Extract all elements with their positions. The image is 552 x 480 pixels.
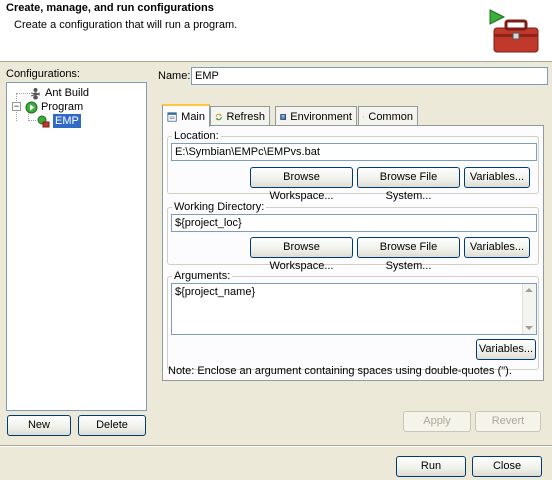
tab-label: Main	[181, 110, 205, 123]
common-icon	[363, 115, 365, 118]
working-directory-browse-workspace-button[interactable]: Browse Workspace...	[250, 237, 353, 272]
program-config-icon	[37, 115, 50, 127]
tab-label: Common	[368, 110, 413, 123]
tree-item-ant-build[interactable]: Ant Build	[29, 86, 89, 100]
tab-main[interactable]: Main	[162, 104, 210, 127]
ant-icon	[30, 87, 41, 99]
working-directory-variables-button[interactable]: Variables...	[464, 237, 530, 258]
configurations-label: Configurations:	[6, 68, 80, 80]
arguments-scrollbar[interactable]	[522, 284, 536, 334]
tree-item-label: Program	[41, 101, 84, 113]
location-variables-button[interactable]: Variables...	[464, 167, 530, 188]
tree-item-program[interactable]: Program	[25, 100, 83, 114]
toolbox-run-icon	[489, 9, 539, 53]
delete-button[interactable]: Delete	[78, 415, 146, 436]
environment-icon	[280, 113, 286, 120]
tree-item-label: Ant Build	[45, 87, 90, 99]
tab-refresh[interactable]: Refresh	[210, 106, 270, 126]
close-button[interactable]: Close	[472, 456, 542, 477]
working-directory-input[interactable]: ${project_loc}	[171, 214, 537, 232]
configurations-tree[interactable]: Ant Build − Program EMP	[6, 82, 147, 411]
arguments-variables-button[interactable]: Variables...	[476, 339, 536, 360]
apply-button[interactable]: Apply	[403, 411, 471, 432]
tree-item-label: EMP	[53, 114, 81, 128]
dialog-title: Create, manage, and run configurations	[6, 2, 214, 14]
tab-label: Refresh	[226, 110, 265, 123]
main-tab-icon	[167, 111, 177, 122]
tree-item-emp[interactable]: EMP	[37, 114, 81, 128]
tab-environment[interactable]: Environment	[275, 106, 357, 126]
scroll-up-arrow-icon[interactable]	[525, 288, 533, 292]
arguments-note: Note: Enclose an argument containing spa…	[168, 365, 512, 377]
name-label: Name:	[158, 70, 191, 82]
tab-common[interactable]: Common	[358, 106, 418, 126]
arguments-textarea[interactable]: ${project_name}	[171, 283, 537, 335]
location-browse-file-system-button[interactable]: Browse File System...	[357, 167, 460, 202]
arguments-label: Arguments:	[172, 270, 233, 282]
name-input[interactable]: EMP	[191, 67, 548, 85]
revert-button[interactable]: Revert	[475, 411, 541, 432]
location-browse-workspace-button[interactable]: Browse Workspace...	[250, 167, 353, 202]
run-button[interactable]: Run	[396, 456, 466, 477]
tab-label: Environment	[290, 110, 352, 123]
dialog-header: Create, manage, and run configurations C…	[0, 0, 552, 62]
location-input[interactable]: E:\Symbian\EMPc\EMPvs.bat	[171, 143, 537, 161]
footer-separator	[0, 445, 552, 447]
working-directory-browse-file-system-button[interactable]: Browse File System...	[357, 237, 460, 272]
scroll-down-arrow-icon[interactable]	[525, 326, 533, 330]
tree-expander[interactable]: −	[12, 102, 21, 111]
dialog-subtitle: Create a configuration that will run a p…	[14, 19, 238, 31]
new-button[interactable]: New	[7, 415, 71, 436]
working-directory-label: Working Directory:	[172, 201, 267, 213]
program-icon	[25, 101, 38, 113]
refresh-icon	[215, 113, 222, 120]
arguments-text: ${project_name}	[175, 286, 256, 298]
location-label: Location:	[172, 130, 221, 142]
